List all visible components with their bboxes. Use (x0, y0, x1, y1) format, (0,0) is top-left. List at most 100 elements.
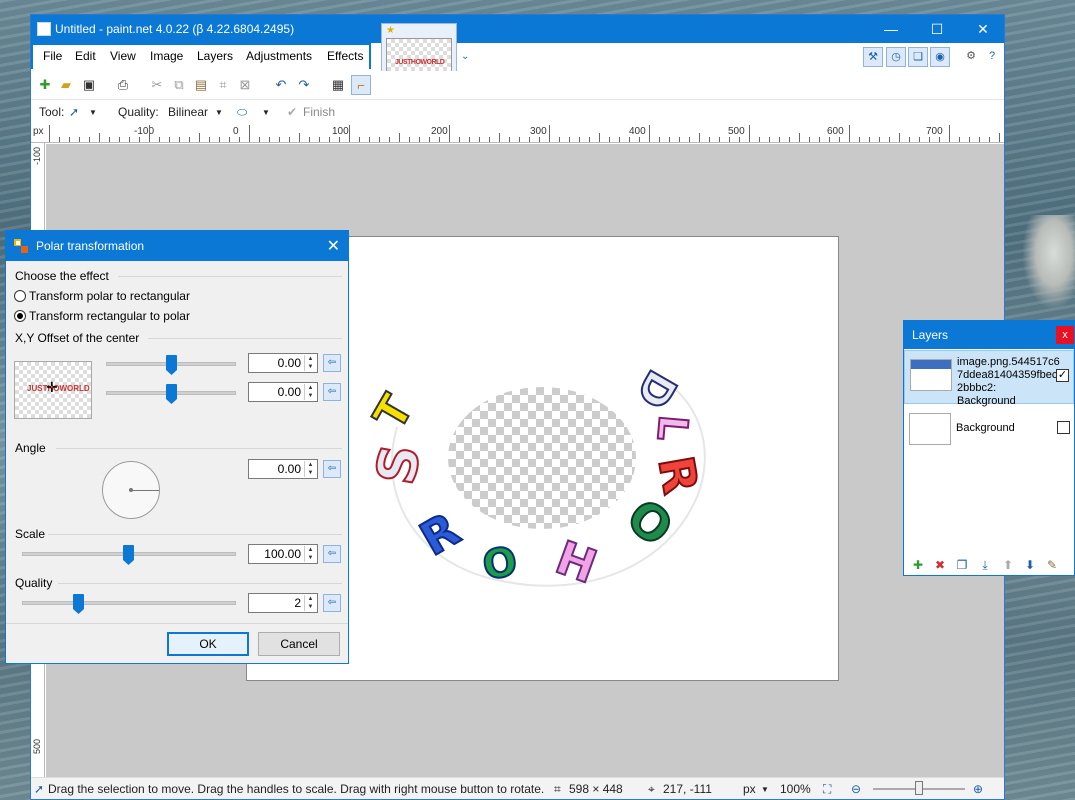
radio-button-selected[interactable] (14, 310, 26, 322)
angle-reset-button[interactable]: ⇦ (323, 460, 341, 478)
quality-dropdown-arrow-icon[interactable]: ▼ (215, 108, 223, 117)
move-layer-up-icon[interactable]: ⬆ (1000, 557, 1016, 573)
spin-arrows-icon[interactable]: ▲ ▼ (304, 546, 316, 562)
cut-icon[interactable]: ✂ (147, 75, 167, 95)
radio-rect-to-polar[interactable]: Transform rectangular to polar (14, 309, 190, 323)
angle-input[interactable]: 0.00 ▲ ▼ (248, 459, 318, 479)
radio-polar-to-rect[interactable]: Transform polar to rectangular (14, 289, 190, 303)
pelican-figure (1022, 215, 1075, 310)
add-layer-icon[interactable]: ✚ (910, 557, 926, 573)
center-crosshair-icon[interactable]: ✛ (46, 379, 58, 396)
offset-y-reset-button[interactable]: ⇦ (323, 383, 341, 401)
window-title: Untitled - paint.net 4.0.22 (β 4.22.6804… (55, 22, 295, 36)
maximize-button[interactable]: ☐ (914, 15, 960, 43)
selection-mode-icon[interactable]: ⬭ (237, 105, 247, 120)
angle-label: Angle (15, 441, 46, 455)
menu-view[interactable]: View (104, 45, 142, 67)
minimize-button[interactable]: — (868, 15, 914, 43)
offset-x-thumb[interactable] (166, 355, 177, 375)
ruler-tick (609, 137, 610, 142)
units-select[interactable]: px (743, 782, 756, 796)
offset-y-input[interactable]: 0.00 ▲ ▼ (248, 382, 318, 402)
ruler-tick (739, 137, 740, 142)
layer-visibility-checkbox[interactable] (1057, 421, 1070, 434)
scale-input[interactable]: 100.00 ▲ ▼ (248, 544, 318, 564)
finish-check-icon[interactable]: ✔ (287, 105, 297, 119)
menu-effects[interactable]: Effects (321, 45, 370, 67)
duplicate-layer-icon[interactable]: ❐ (954, 557, 970, 573)
menu-adjustments[interactable]: Adjustments (240, 45, 319, 67)
zoom-value[interactable]: 100% (780, 782, 811, 796)
copy-icon[interactable]: ⧉ (169, 75, 189, 95)
paste-icon[interactable]: ▤ (191, 75, 211, 95)
save-icon[interactable]: ▣ (79, 75, 99, 95)
spin-arrows-icon[interactable]: ▲ ▼ (304, 461, 316, 477)
quality-reset-button[interactable]: ⇦ (323, 594, 341, 612)
zoom-slider-thumb[interactable] (915, 781, 923, 795)
delete-layer-icon[interactable]: ✖ (932, 557, 948, 573)
menu-file[interactable]: File (37, 45, 69, 67)
rulers-toggle-icon[interactable]: ⌐ (351, 75, 371, 95)
ruler-tick (809, 137, 810, 142)
layers-close-button[interactable]: x (1056, 326, 1074, 344)
history-window-icon[interactable]: ◷ (886, 47, 906, 67)
menu-image[interactable]: Image (144, 45, 190, 67)
merge-layer-icon[interactable]: ⤓ (977, 557, 993, 573)
tab-list-chevron-icon[interactable]: ⌄ (461, 51, 469, 62)
quality-slider[interactable] (22, 601, 236, 605)
layer-properties-icon[interactable]: ✎ (1044, 557, 1060, 573)
spin-arrows-icon[interactable]: ▲ ▼ (304, 355, 316, 371)
menu-layers[interactable]: Layers (191, 45, 240, 67)
offset-x-reset-button[interactable]: ⇦ (323, 354, 341, 372)
layer-item-image[interactable]: image.png.544517c6 7ddea81404359fbec1 2b… (904, 350, 1074, 407)
deselect-icon[interactable]: ⊠ (235, 75, 255, 95)
units-dropdown-arrow-icon[interactable]: ▼ (761, 785, 769, 794)
undo-icon[interactable]: ↶ (271, 75, 291, 95)
zoom-out-icon[interactable]: ⊖ (851, 782, 861, 796)
move-selection-tool-icon[interactable]: ➚ (69, 105, 79, 119)
scale-reset-button[interactable]: ⇦ (323, 545, 341, 563)
settings-icon[interactable]: ⚙ (961, 47, 981, 67)
offset-x-input[interactable]: 0.00 ▲ ▼ (248, 353, 318, 373)
spin-arrows-icon[interactable]: ▲ ▼ (304, 384, 316, 400)
radio-button[interactable] (14, 290, 26, 302)
ruler-tick (69, 137, 70, 142)
ruler-tick (369, 137, 370, 142)
ruler-tick (509, 137, 510, 142)
move-layer-down-icon[interactable]: ⬇ (1022, 557, 1038, 573)
ruler-tick (49, 125, 50, 142)
redo-icon[interactable]: ↷ (294, 75, 314, 95)
open-icon[interactable]: ▰ (56, 75, 76, 95)
selection-mode-arrow-icon[interactable]: ▼ (262, 108, 270, 117)
scale-thumb[interactable] (123, 545, 134, 565)
ruler-tick (169, 137, 170, 142)
colors-window-icon[interactable]: ◉ (930, 47, 950, 67)
help-icon[interactable]: ? (982, 47, 1002, 67)
zoom-in-icon[interactable]: ⊕ (973, 782, 983, 796)
menu-edit[interactable]: Edit (69, 45, 102, 67)
ok-button[interactable]: OK (167, 632, 249, 656)
layers-window-icon[interactable]: ❏ (908, 47, 928, 67)
crop-icon[interactable]: ⌗ (213, 75, 233, 95)
dialog-close-button[interactable]: ✕ (327, 236, 340, 256)
quality-select[interactable]: Bilinear (168, 105, 208, 119)
offset-preview[interactable]: JUSTHOWORLD ✛ (14, 361, 92, 419)
finish-button[interactable]: Finish (303, 105, 335, 119)
spin-arrows-icon[interactable]: ▲ ▼ (304, 595, 316, 611)
angle-dial[interactable] (102, 461, 160, 519)
close-button[interactable]: ✕ (960, 15, 1006, 43)
layer-name: Background (956, 422, 1015, 434)
layer-visibility-checkbox[interactable]: ✓ (1056, 369, 1069, 382)
quality-input[interactable]: 2 ▲ ▼ (248, 593, 318, 613)
ruler-tick (869, 137, 870, 142)
tool-dropdown-arrow-icon[interactable]: ▼ (89, 108, 97, 117)
layer-item-background[interactable]: Background (904, 405, 1074, 459)
zoom-to-window-icon[interactable]: ⛶ (823, 782, 831, 797)
cancel-button[interactable]: Cancel (258, 632, 340, 656)
grid-icon[interactable]: ▦ (328, 75, 348, 95)
tools-window-icon[interactable]: ⚒ (863, 47, 883, 67)
new-image-icon[interactable]: ✚ (35, 75, 55, 95)
quality-thumb[interactable] (73, 594, 84, 614)
offset-y-thumb[interactable] (166, 384, 177, 404)
print-icon[interactable]: ⎙ (113, 75, 133, 95)
